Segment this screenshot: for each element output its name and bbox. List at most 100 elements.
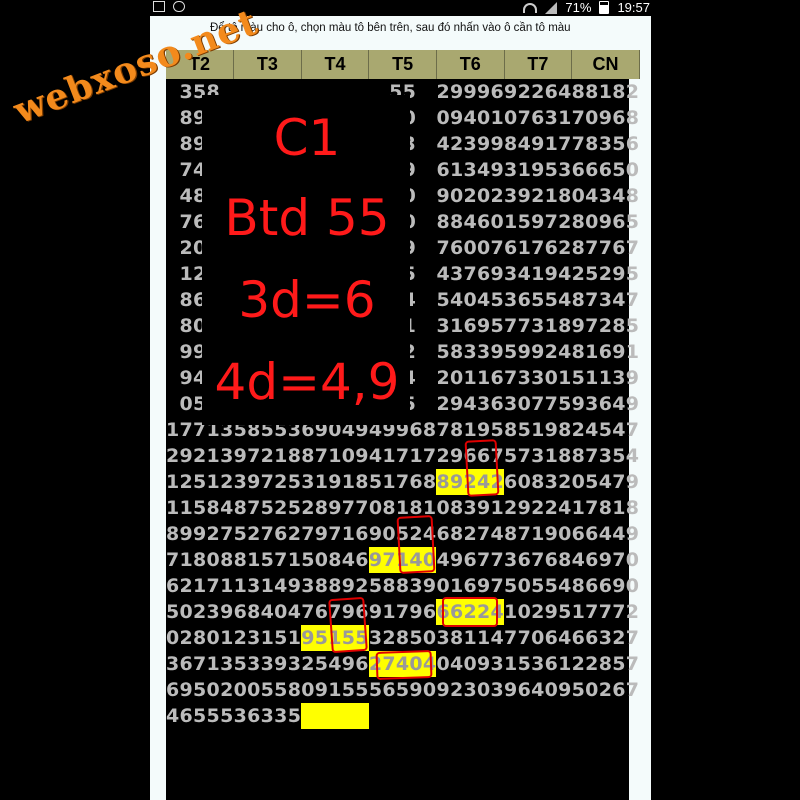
number-cell[interactable]: 58339 [436, 339, 504, 365]
number-cell[interactable]: 07631 [504, 105, 572, 131]
number-cell[interactable]: 54045 [436, 287, 504, 313]
number-cell[interactable]: 68404 [234, 599, 302, 625]
number-cell[interactable]: 46555 [166, 703, 234, 729]
number-cell[interactable]: 91796 [369, 599, 437, 625]
number-cell[interactable] [436, 703, 504, 729]
number-cell[interactable]: 73301 [504, 365, 572, 391]
number-cell[interactable]: 81691 [572, 339, 640, 365]
number-cell[interactable]: 81571 [234, 547, 302, 573]
number-cell[interactable]: 36335 [234, 703, 302, 729]
number-cell[interactable]: 38114 [436, 625, 504, 651]
number-cell[interactable]: 85198 [504, 417, 572, 443]
number-cell[interactable]: 02801 [166, 625, 234, 651]
number-cell[interactable]: 04093 [436, 651, 504, 677]
number-cell[interactable]: 60832 [504, 469, 572, 495]
number-cell[interactable]: 00558 [234, 677, 302, 703]
number-cell[interactable]: 97285 [572, 313, 640, 339]
number-cell[interactable]: 38892 [301, 573, 369, 599]
number-cell[interactable]: 53393 [234, 651, 302, 677]
number-cell[interactable]: 28977 [301, 495, 369, 521]
number-cell[interactable]: 84917 [504, 131, 572, 157]
number-cell[interactable]: 92264 [504, 79, 572, 105]
number-cell[interactable]: 61349 [436, 157, 504, 183]
number-cell[interactable]: 50267 [572, 677, 640, 703]
number-cell[interactable]: 62171 [166, 573, 234, 599]
number-cell[interactable]: 08391 [436, 495, 504, 521]
number-cell[interactable]: 87109 [301, 443, 369, 469]
number-cell[interactable]: 42399 [436, 131, 504, 157]
number-cell[interactable]: 25496 [301, 651, 369, 677]
number-cell[interactable]: 29224 [504, 495, 572, 521]
number-cell[interactable]: 77064 [504, 625, 572, 651]
number-cell[interactable]: 09155 [301, 677, 369, 703]
number-cell[interactable]: 66449 [572, 521, 640, 547]
number-cell[interactable]: 39218 [504, 183, 572, 209]
number-cell[interactable]: 29436 [436, 391, 504, 417]
number-cell[interactable]: 58839 [369, 573, 437, 599]
number-cell[interactable]: 97218 [234, 443, 302, 469]
number-cell[interactable]: 36768 [504, 547, 572, 573]
number-cell[interactable]: 79716 [301, 521, 369, 547]
number-cell[interactable]: 36713 [166, 651, 234, 677]
number-cell[interactable]: 78356 [572, 131, 640, 157]
number-cell[interactable] [301, 703, 369, 729]
number-cell[interactable]: 66327 [572, 625, 640, 651]
number-cell[interactable]: 51139 [572, 365, 640, 391]
number-cell[interactable]: 15361 [504, 651, 572, 677]
number-cell[interactable]: 43769 [436, 261, 504, 287]
number-cell[interactable]: 50239 [166, 599, 234, 625]
number-cell[interactable] [572, 703, 640, 729]
number-cell[interactable]: 24547 [572, 417, 640, 443]
number-cell[interactable]: 88182 [572, 79, 640, 105]
number-cell[interactable]: 22857 [572, 651, 640, 677]
number-cell[interactable]: 36554 [504, 287, 572, 313]
number-cell[interactable] [369, 703, 437, 729]
number-cell[interactable]: 11584 [166, 495, 234, 521]
number-cell[interactable]: 87525 [234, 495, 302, 521]
number-cell[interactable]: 68274 [436, 521, 504, 547]
number-cell[interactable]: 17772 [572, 599, 640, 625]
number-cell[interactable]: 96409 [504, 677, 572, 703]
number-cell[interactable]: 31953 [504, 157, 572, 183]
number-cell[interactable]: 51768 [369, 469, 437, 495]
number-cell[interactable]: 23151 [234, 625, 302, 651]
number-cell[interactable]: 29213 [166, 443, 234, 469]
number-cell[interactable]: 71808 [166, 547, 234, 573]
number-cell[interactable]: 76007 [436, 235, 504, 261]
number-cell[interactable] [504, 703, 572, 729]
number-cell[interactable]: 49677 [436, 547, 504, 573]
number-cell[interactable]: 10295 [504, 599, 572, 625]
number-cell[interactable]: 31918 [301, 469, 369, 495]
number-cell[interactable]: 77318 [504, 313, 572, 339]
number-cell[interactable]: 66650 [572, 157, 640, 183]
number-cell[interactable]: 17818 [572, 495, 640, 521]
number-cell[interactable]: 61762 [504, 235, 572, 261]
number-cell[interactable]: 50554 [504, 573, 572, 599]
number-cell[interactable]: 41717 [369, 443, 437, 469]
number-cell[interactable]: 29996 [436, 79, 504, 105]
number-cell[interactable]: 89927 [166, 521, 234, 547]
number-cell[interactable]: 12512 [166, 469, 234, 495]
number-cell[interactable]: 25295 [572, 261, 640, 287]
number-cell[interactable]: 46970 [572, 547, 640, 573]
number-cell[interactable]: 09401 [436, 105, 504, 131]
number-cell[interactable]: 80965 [572, 209, 640, 235]
number-cell[interactable]: 88460 [436, 209, 504, 235]
number-cell[interactable]: 69502 [166, 677, 234, 703]
number-cell[interactable]: 15972 [504, 209, 572, 235]
number-cell[interactable]: 30775 [504, 391, 572, 417]
number-cell[interactable]: 90202 [436, 183, 504, 209]
number-cell[interactable]: 92303 [436, 677, 504, 703]
number-cell[interactable]: 57318 [504, 443, 572, 469]
number-cell[interactable]: 39725 [234, 469, 302, 495]
number-cell[interactable]: 70968 [572, 105, 640, 131]
number-cell[interactable]: 59924 [504, 339, 572, 365]
number-cell[interactable]: 20116 [436, 365, 504, 391]
number-cell[interactable]: 05479 [572, 469, 640, 495]
number-cell[interactable]: 34194 [504, 261, 572, 287]
number-cell[interactable]: 01697 [436, 573, 504, 599]
number-cell[interactable]: 87347 [572, 287, 640, 313]
number-cell[interactable]: 13149 [234, 573, 302, 599]
number-cell[interactable]: 87354 [572, 443, 640, 469]
number-cell[interactable]: 87767 [572, 235, 640, 261]
